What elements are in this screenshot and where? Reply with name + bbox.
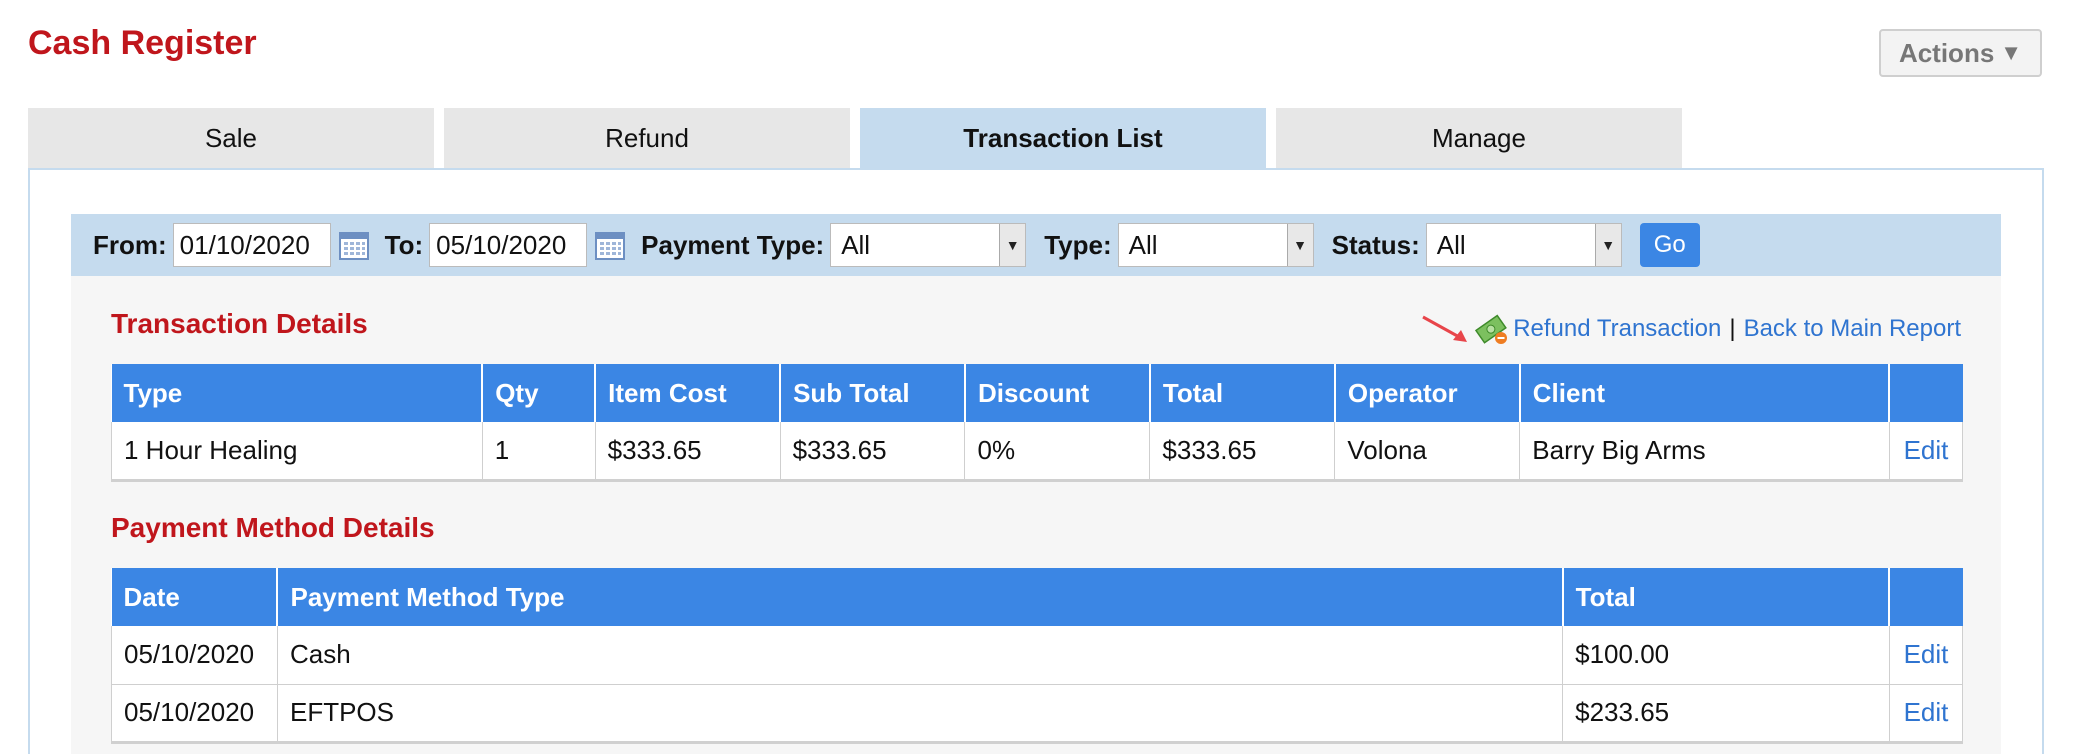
from-date-input[interactable]: 01/10/2020	[172, 223, 331, 267]
dropdown-arrow-icon[interactable]: ▼	[999, 224, 1026, 266]
column-header: Discount	[964, 364, 1151, 422]
column-header: Date	[111, 568, 279, 626]
dropdown-arrow-icon[interactable]: ▼	[1286, 224, 1313, 266]
payment-type-select[interactable]: All ▼	[830, 223, 1027, 267]
tab-refund[interactable]: Refund	[444, 108, 850, 168]
report-links: Refund Transaction | Back to Main Report	[1421, 312, 1961, 346]
to-date-input[interactable]: 05/10/2020	[429, 223, 588, 267]
table-cell: 05/10/2020	[111, 626, 278, 685]
column-header	[1889, 568, 1963, 626]
column-header: Client	[1519, 364, 1891, 422]
table-header-row: Type Qty Item Cost Sub Total Discount To…	[111, 364, 1963, 422]
edit-link[interactable]: Edit	[1889, 684, 1964, 744]
calendar-icon[interactable]	[595, 230, 626, 260]
table-header-row: Date Payment Method Type Total	[111, 568, 1963, 626]
table-cell: $333.65	[780, 422, 966, 482]
actions-label: Actions	[1898, 37, 1995, 68]
type-value: All	[1128, 229, 1158, 260]
transaction-panel: From: 01/10/2020 To: 05/10/2020 Payment …	[28, 168, 2044, 754]
column-header: Total	[1562, 568, 1891, 626]
actions-button[interactable]: Actions ▼	[1879, 29, 2042, 77]
page-title: Cash Register	[28, 24, 257, 62]
column-header	[1889, 364, 1963, 422]
tab-bar: Sale Refund Transaction List Manage	[28, 108, 1682, 168]
transaction-details-table: Type Qty Item Cost Sub Total Discount To…	[111, 364, 1964, 482]
tab-sale[interactable]: Sale	[28, 108, 434, 168]
table-cell: 05/10/2020	[111, 684, 278, 744]
type-label: Type:	[1044, 229, 1112, 260]
column-header: Payment Method Type	[277, 568, 1564, 626]
status-select[interactable]: All ▼	[1425, 223, 1622, 267]
column-header: Type	[111, 364, 484, 422]
edit-link[interactable]: Edit	[1889, 422, 1964, 482]
table-cell: 0%	[964, 422, 1151, 482]
transaction-details-title: Transaction Details	[111, 308, 368, 339]
link-separator: |	[1729, 315, 1736, 342]
content-area: Transaction Details Refund Transaction |…	[71, 276, 2001, 754]
table-cell: Volona	[1334, 422, 1521, 482]
table-cell: $233.65	[1562, 684, 1890, 744]
to-label: To:	[384, 229, 424, 260]
table-cell: 1	[482, 422, 596, 482]
refund-transaction-link[interactable]: Refund Transaction	[1513, 315, 1721, 343]
table-row: 1 Hour Healing 1 $333.65 $333.65 0% $333…	[111, 422, 1964, 482]
calendar-icon[interactable]	[338, 230, 369, 260]
from-label: From:	[93, 229, 167, 260]
status-value: All	[1436, 229, 1466, 260]
caret-down-icon: ▼	[2000, 40, 2023, 65]
table-cell: $100.00	[1562, 626, 1890, 685]
column-header: Operator	[1334, 364, 1521, 422]
column-header: Total	[1149, 364, 1336, 422]
table-cell: EFTPOS	[277, 684, 1564, 744]
payment-method-table: Date Payment Method Type Total 05/10/202…	[111, 568, 1964, 744]
table-cell: 1 Hour Healing	[111, 422, 483, 482]
table-cell: $333.65	[595, 422, 781, 482]
column-header: Item Cost	[595, 364, 782, 422]
table-cell: Barry Big Arms	[1519, 422, 1890, 482]
money-icon[interactable]	[1475, 312, 1509, 346]
back-to-main-report-link[interactable]: Back to Main Report	[1744, 315, 1961, 343]
status-label: Status:	[1331, 229, 1420, 260]
payment-type-value: All	[841, 229, 871, 260]
table-cell: $333.65	[1149, 422, 1336, 482]
table-cell: Cash	[277, 626, 1564, 685]
column-header: Sub Total	[780, 364, 966, 422]
tab-transaction-list[interactable]: Transaction List	[860, 108, 1266, 168]
filter-bar: From: 01/10/2020 To: 05/10/2020 Payment …	[71, 214, 2001, 276]
tab-manage[interactable]: Manage	[1276, 108, 1682, 168]
table-row: 05/10/2020 EFTPOS $233.65 Edit	[111, 684, 1964, 744]
pointer-arrow-icon	[1422, 315, 1468, 342]
edit-link[interactable]: Edit	[1889, 626, 1964, 685]
column-header: Qty	[482, 364, 597, 422]
type-select[interactable]: All ▼	[1117, 223, 1314, 267]
payment-method-details-title: Payment Method Details	[111, 512, 435, 543]
table-row: 05/10/2020 Cash $100.00 Edit	[111, 626, 1964, 685]
payment-type-label: Payment Type:	[641, 229, 825, 260]
dropdown-arrow-icon[interactable]: ▼	[1594, 224, 1621, 266]
go-button[interactable]: Go	[1639, 223, 1700, 267]
